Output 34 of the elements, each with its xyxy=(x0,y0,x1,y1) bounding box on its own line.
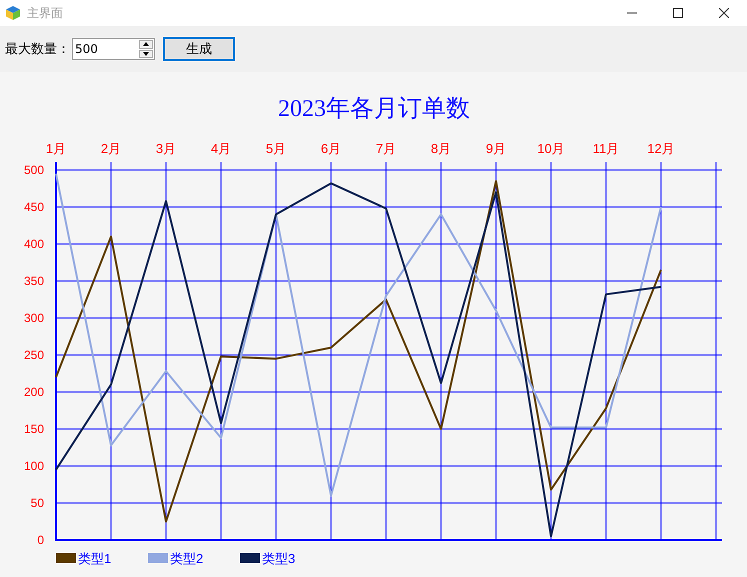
axis-tick-label: 500 xyxy=(24,163,44,177)
month-label: 8月 xyxy=(430,141,452,156)
axis-tick-label: 100 xyxy=(24,459,44,473)
axis-tick-label: 400 xyxy=(24,237,44,251)
legend-label: 类型1 xyxy=(78,551,112,566)
axis-tick-label: 50 xyxy=(30,496,44,510)
axis-tick-label: 250 xyxy=(24,348,44,362)
month-label: 12月 xyxy=(647,141,675,156)
axis-tick-label: 350 xyxy=(24,274,44,288)
month-label: 7月 xyxy=(376,141,396,156)
window-title: 主界面 xyxy=(27,4,63,22)
month-label: 5月 xyxy=(266,141,286,156)
month-label: 9月 xyxy=(486,141,506,156)
axis-tick-label: 200 xyxy=(24,385,44,399)
generate-button[interactable]: 生成 xyxy=(163,37,235,61)
month-label: 3月 xyxy=(156,141,176,156)
month-label: 11月 xyxy=(592,141,620,156)
axis-tick-label: 0 xyxy=(37,533,44,547)
month-label: 6月 xyxy=(320,141,342,156)
chart-title: 2023年各月订单数 xyxy=(278,96,470,122)
axis-tick-label: 450 xyxy=(24,200,44,214)
axis-tick-label: 150 xyxy=(24,422,44,436)
axis-tick-label: 300 xyxy=(24,311,44,325)
month-label: 2月 xyxy=(100,141,122,156)
app-icon xyxy=(5,5,21,21)
number-spinner[interactable]: 500 xyxy=(72,38,155,60)
legend-label: 类型3 xyxy=(262,551,296,566)
close-icon xyxy=(719,8,729,18)
month-label: 4月 xyxy=(210,141,232,156)
field-label: 最大数量： xyxy=(5,41,70,58)
month-label: 10月 xyxy=(537,141,565,156)
month-label: 1月 xyxy=(46,141,66,156)
maximize-icon xyxy=(673,8,683,18)
legend-label: 类型2 xyxy=(170,551,204,566)
